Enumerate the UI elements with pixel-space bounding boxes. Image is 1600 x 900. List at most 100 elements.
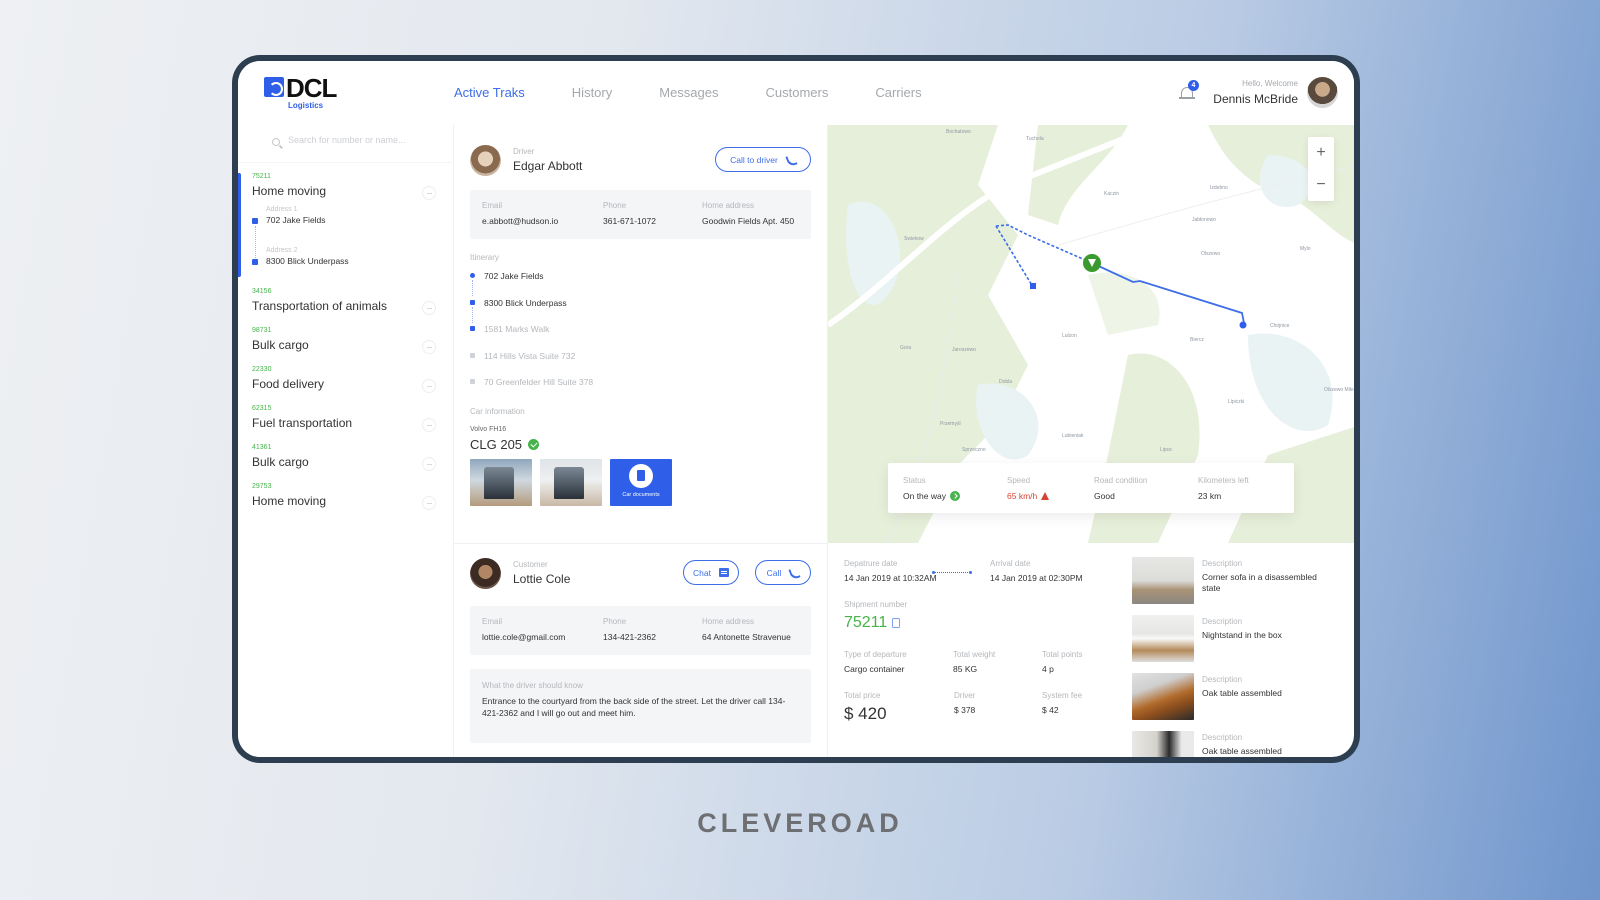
truck-photo[interactable] [470,459,532,506]
price-label: Total price [844,691,881,700]
map-place-label: Bochatowo [946,129,971,135]
nav-messages[interactable]: Messages [659,85,718,100]
bell-icon-base [1179,97,1195,99]
trip-item[interactable]: 41361 Bulk cargo [238,444,454,471]
driver-fee-label: Driver [954,691,976,700]
trip-address: Address 1 702 Jake Fields [252,206,438,262]
driver-header: Driver Edgar Abbott Call to driver [470,145,811,179]
car-documents-label: Car documents [622,492,660,498]
top-bar: DCL Logistics Active Traks History Messa… [238,61,1354,125]
itinerary-stop: 702 Jake Fields [470,271,593,298]
customer-email[interactable]: lottie.cole@gmail.com [482,632,565,642]
cargo-description-label: Description [1202,617,1243,626]
total-price: $ 420 [844,704,887,723]
truck-photo[interactable] [540,459,602,506]
nav-history[interactable]: History [572,85,612,100]
arrival-label: Arrival date [990,559,1031,568]
document-icon [629,464,653,488]
user-avatar[interactable] [1307,77,1338,108]
nav-active-traks[interactable]: Active Traks [454,85,525,100]
map-place-label: Olszewo [1201,251,1221,257]
nav-carriers[interactable]: Carriers [875,85,921,100]
road-condition-label: Road condition [1094,476,1148,485]
trip-item[interactable]: 22330 Food delivery [238,366,454,393]
expand-icon[interactable] [422,379,436,393]
map-place-label: Jabłonowo [1192,217,1216,223]
search-input[interactable] [288,135,438,145]
trip-title: Bulk cargo [252,455,309,469]
zoom-in-button[interactable]: + [1308,137,1334,169]
call-driver-button[interactable]: Call to driver [715,147,811,172]
destination-marker[interactable] [1239,321,1247,329]
itinerary: Itinerary 702 Jake Fields 8300 Blick Und… [470,253,593,404]
route-connector [472,306,473,323]
nav-customers[interactable]: Customers [766,85,829,100]
zoom-out-button[interactable]: − [1308,169,1334,201]
trip-title: Home moving [252,184,327,198]
notifications-button[interactable]: 4 [1179,80,1199,101]
logo-subtitle: Logistics [288,101,324,110]
map-place-label: Lipiczki [1228,399,1245,405]
address-label: Home address [702,617,755,626]
map-place-label: Izdebno [1210,185,1228,191]
trip-title: Home moving [252,494,327,508]
driver-role: Driver [513,147,535,156]
expand-icon[interactable] [422,418,436,432]
shipment-number-value: 75211 [844,614,888,631]
email-label: Email [482,201,503,210]
arrival-date: 14 Jan 2019 at 02:30PM [990,573,1083,583]
car-documents-button[interactable]: Car documents [610,459,672,506]
trip-item[interactable]: 29753 Home moving [238,483,454,510]
stop-address: 114 Hills Vista Suite 732 [484,350,576,361]
map-place-label: Gora [900,345,912,351]
shipment-number: 75211 [844,614,907,632]
phone-label: Phone [603,201,627,210]
map-place-label: Przemyśl [940,421,961,427]
departure-date: 14 Jan 2019 at 10:32AM [844,573,937,583]
customer-phone[interactable]: 134-421-2362 [603,632,656,642]
map-place-label: Lulzon [1062,333,1077,339]
copy-icon[interactable] [892,618,901,628]
trip-number: 62315 [252,405,272,412]
stop-marker-icon [470,299,475,305]
call-customer-button[interactable]: Call [755,560,811,585]
map-place-label: Chojnice [1270,323,1290,329]
greeting-text: Hello, Welcome [1242,79,1298,88]
notification-badge: 4 [1188,80,1199,91]
map-place-label: Swiekow [904,236,924,242]
status-label: Status [903,476,926,485]
pickup-marker[interactable] [1030,283,1036,289]
cleveroad-wordmark: CLEVEROAD [697,808,903,838]
expand-icon[interactable] [422,301,436,315]
trip-item[interactable]: 98731 Bulk cargo [238,327,454,354]
trip-number: 34156 [252,288,272,295]
customer-header: Customer Lottie Cole Chat Call [470,558,811,592]
kilometers-left-value: 23 km [1198,491,1222,501]
collapse-icon[interactable] [422,186,436,200]
trip-item[interactable]: 62315 Fuel transportation [238,405,454,432]
expand-icon[interactable] [422,457,436,471]
trip-item[interactable]: 75211 Home moving Address 1 702 Jake Fie… [238,173,454,277]
logo-mark-icon [264,77,284,97]
customer-avatar [470,558,501,589]
driver-email[interactable]: e.abbott@hudson.io [482,216,558,226]
car-plate: CLG 205 [470,437,672,452]
search-icon [272,138,280,146]
status-value: On the way [903,491,960,501]
route-map[interactable]: Bochatowo Tuchola Kaczin Izdebno Jabłono… [828,125,1354,543]
cargo-photo [1132,557,1194,604]
stop-marker-icon [470,273,475,278]
itinerary-stop: 1581 Marks Walk [470,324,593,351]
trip-title: Transportation of animals [252,299,387,313]
trip-number: 75211 [252,173,271,180]
trip-title: Fuel transportation [252,416,353,430]
chat-button[interactable]: Chat [683,560,739,585]
user-greeting: Hello, Welcome Dennis McBride [1213,79,1298,106]
expand-icon[interactable] [422,496,436,510]
cargo-description: Oak table assembled [1202,688,1282,698]
main-nav: Active Traks History Messages Customers … [454,85,922,100]
trip-item[interactable]: 34156 Transportation of animals [238,288,454,315]
driver-phone[interactable]: 361-671-1072 [603,216,656,226]
note-text: Entrance to the courtyard from the back … [482,696,786,718]
expand-icon[interactable] [422,340,436,354]
